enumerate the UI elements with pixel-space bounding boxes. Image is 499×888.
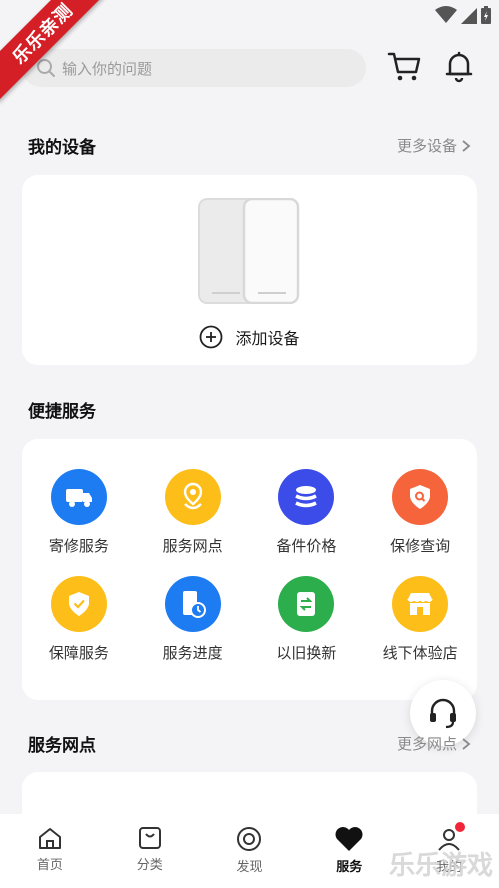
watermark-text: 乐乐游戏	[388, 851, 493, 881]
tab-home[interactable]: 首页	[0, 814, 100, 888]
search-icon	[37, 59, 55, 77]
service-item[interactable]: 服务进度	[136, 576, 250, 663]
service-item-label: 保障服务	[48, 644, 109, 662]
watermark: 乐乐游戏	[389, 845, 493, 882]
service-item-label: 服务网点	[162, 537, 223, 555]
add-device-label: 添加设备	[235, 329, 300, 348]
services-grid: 寄修服务 服务网点 备件价格 保修查询保障服务 服务进度 以旧换新 线下体验店	[22, 469, 477, 663]
tab-service[interactable]: 服务	[299, 814, 399, 888]
quick-services-card: 寄修服务 服务网点 备件价格 保修查询保障服务 服务进度 以旧换新 线下体验店	[22, 439, 477, 700]
add-device-button[interactable]: 添加设备	[22, 325, 477, 349]
my-devices-title: 我的设备	[28, 138, 96, 158]
service-item-label: 线下体验店	[382, 644, 458, 662]
bell-icon[interactable]	[441, 48, 477, 84]
headset-icon	[430, 698, 456, 729]
store-icon	[392, 576, 449, 632]
location-pin-icon	[164, 469, 221, 525]
tab-home-label: 首页	[36, 858, 63, 873]
service-item[interactable]: 线下体验店	[363, 576, 477, 663]
service-item[interactable]: 寄修服务	[22, 469, 136, 556]
tab-category-label: 分类	[136, 858, 163, 873]
service-item-label: 服务进度	[162, 644, 223, 662]
tab-discover-label: 发现	[236, 860, 263, 875]
home-icon	[38, 828, 61, 849]
add-circle-icon	[200, 325, 223, 349]
chevron-right-icon	[462, 139, 471, 152]
shield-search-icon	[392, 469, 449, 525]
coin-stack-icon	[278, 469, 335, 525]
service-item[interactable]: 服务网点	[136, 469, 250, 556]
battery-icon	[481, 6, 491, 24]
devices-placeholder-icon	[198, 198, 300, 304]
discover-icon	[237, 827, 262, 851]
more-points-link[interactable]: 更多网点	[397, 733, 471, 754]
quick-services-title: 便捷服务	[28, 402, 96, 422]
service-item[interactable]: 保修查询	[363, 469, 477, 556]
more-devices-link[interactable]: 更多设备	[397, 135, 471, 156]
more-points-label: 更多网点	[396, 735, 457, 753]
exchange-icon	[278, 576, 335, 632]
service-item-label: 备件价格	[276, 537, 337, 555]
my-devices-card: 添加设备	[22, 175, 477, 365]
service-item-label: 以旧换新	[276, 644, 337, 662]
more-devices-label: 更多设备	[396, 137, 457, 155]
cart-icon[interactable]	[386, 48, 422, 84]
service-item-label: 寄修服务	[48, 537, 109, 555]
phone-clock-icon	[164, 576, 221, 632]
chevron-right-icon	[462, 737, 471, 750]
category-icon	[138, 827, 161, 849]
tab-service-label: 服务	[336, 860, 363, 875]
wifi-icon	[435, 6, 457, 23]
tab-category[interactable]: 分类	[100, 814, 200, 888]
search-placeholder: 输入你的问题	[62, 59, 153, 78]
search-input[interactable]: 输入你的问题	[22, 49, 366, 87]
service-item-label: 保修查询	[390, 537, 451, 555]
shield-check-icon	[50, 576, 107, 632]
service-item[interactable]: 备件价格	[250, 469, 364, 556]
notification-dot	[455, 822, 466, 832]
truck-icon	[50, 469, 107, 525]
service-points-title: 服务网点	[28, 736, 96, 756]
service-item[interactable]: 保障服务	[22, 576, 136, 663]
signal-icon	[461, 8, 477, 24]
service-item[interactable]: 以旧换新	[250, 576, 364, 663]
heart-icon	[335, 827, 363, 851]
tab-discover[interactable]: 发现	[200, 814, 300, 888]
